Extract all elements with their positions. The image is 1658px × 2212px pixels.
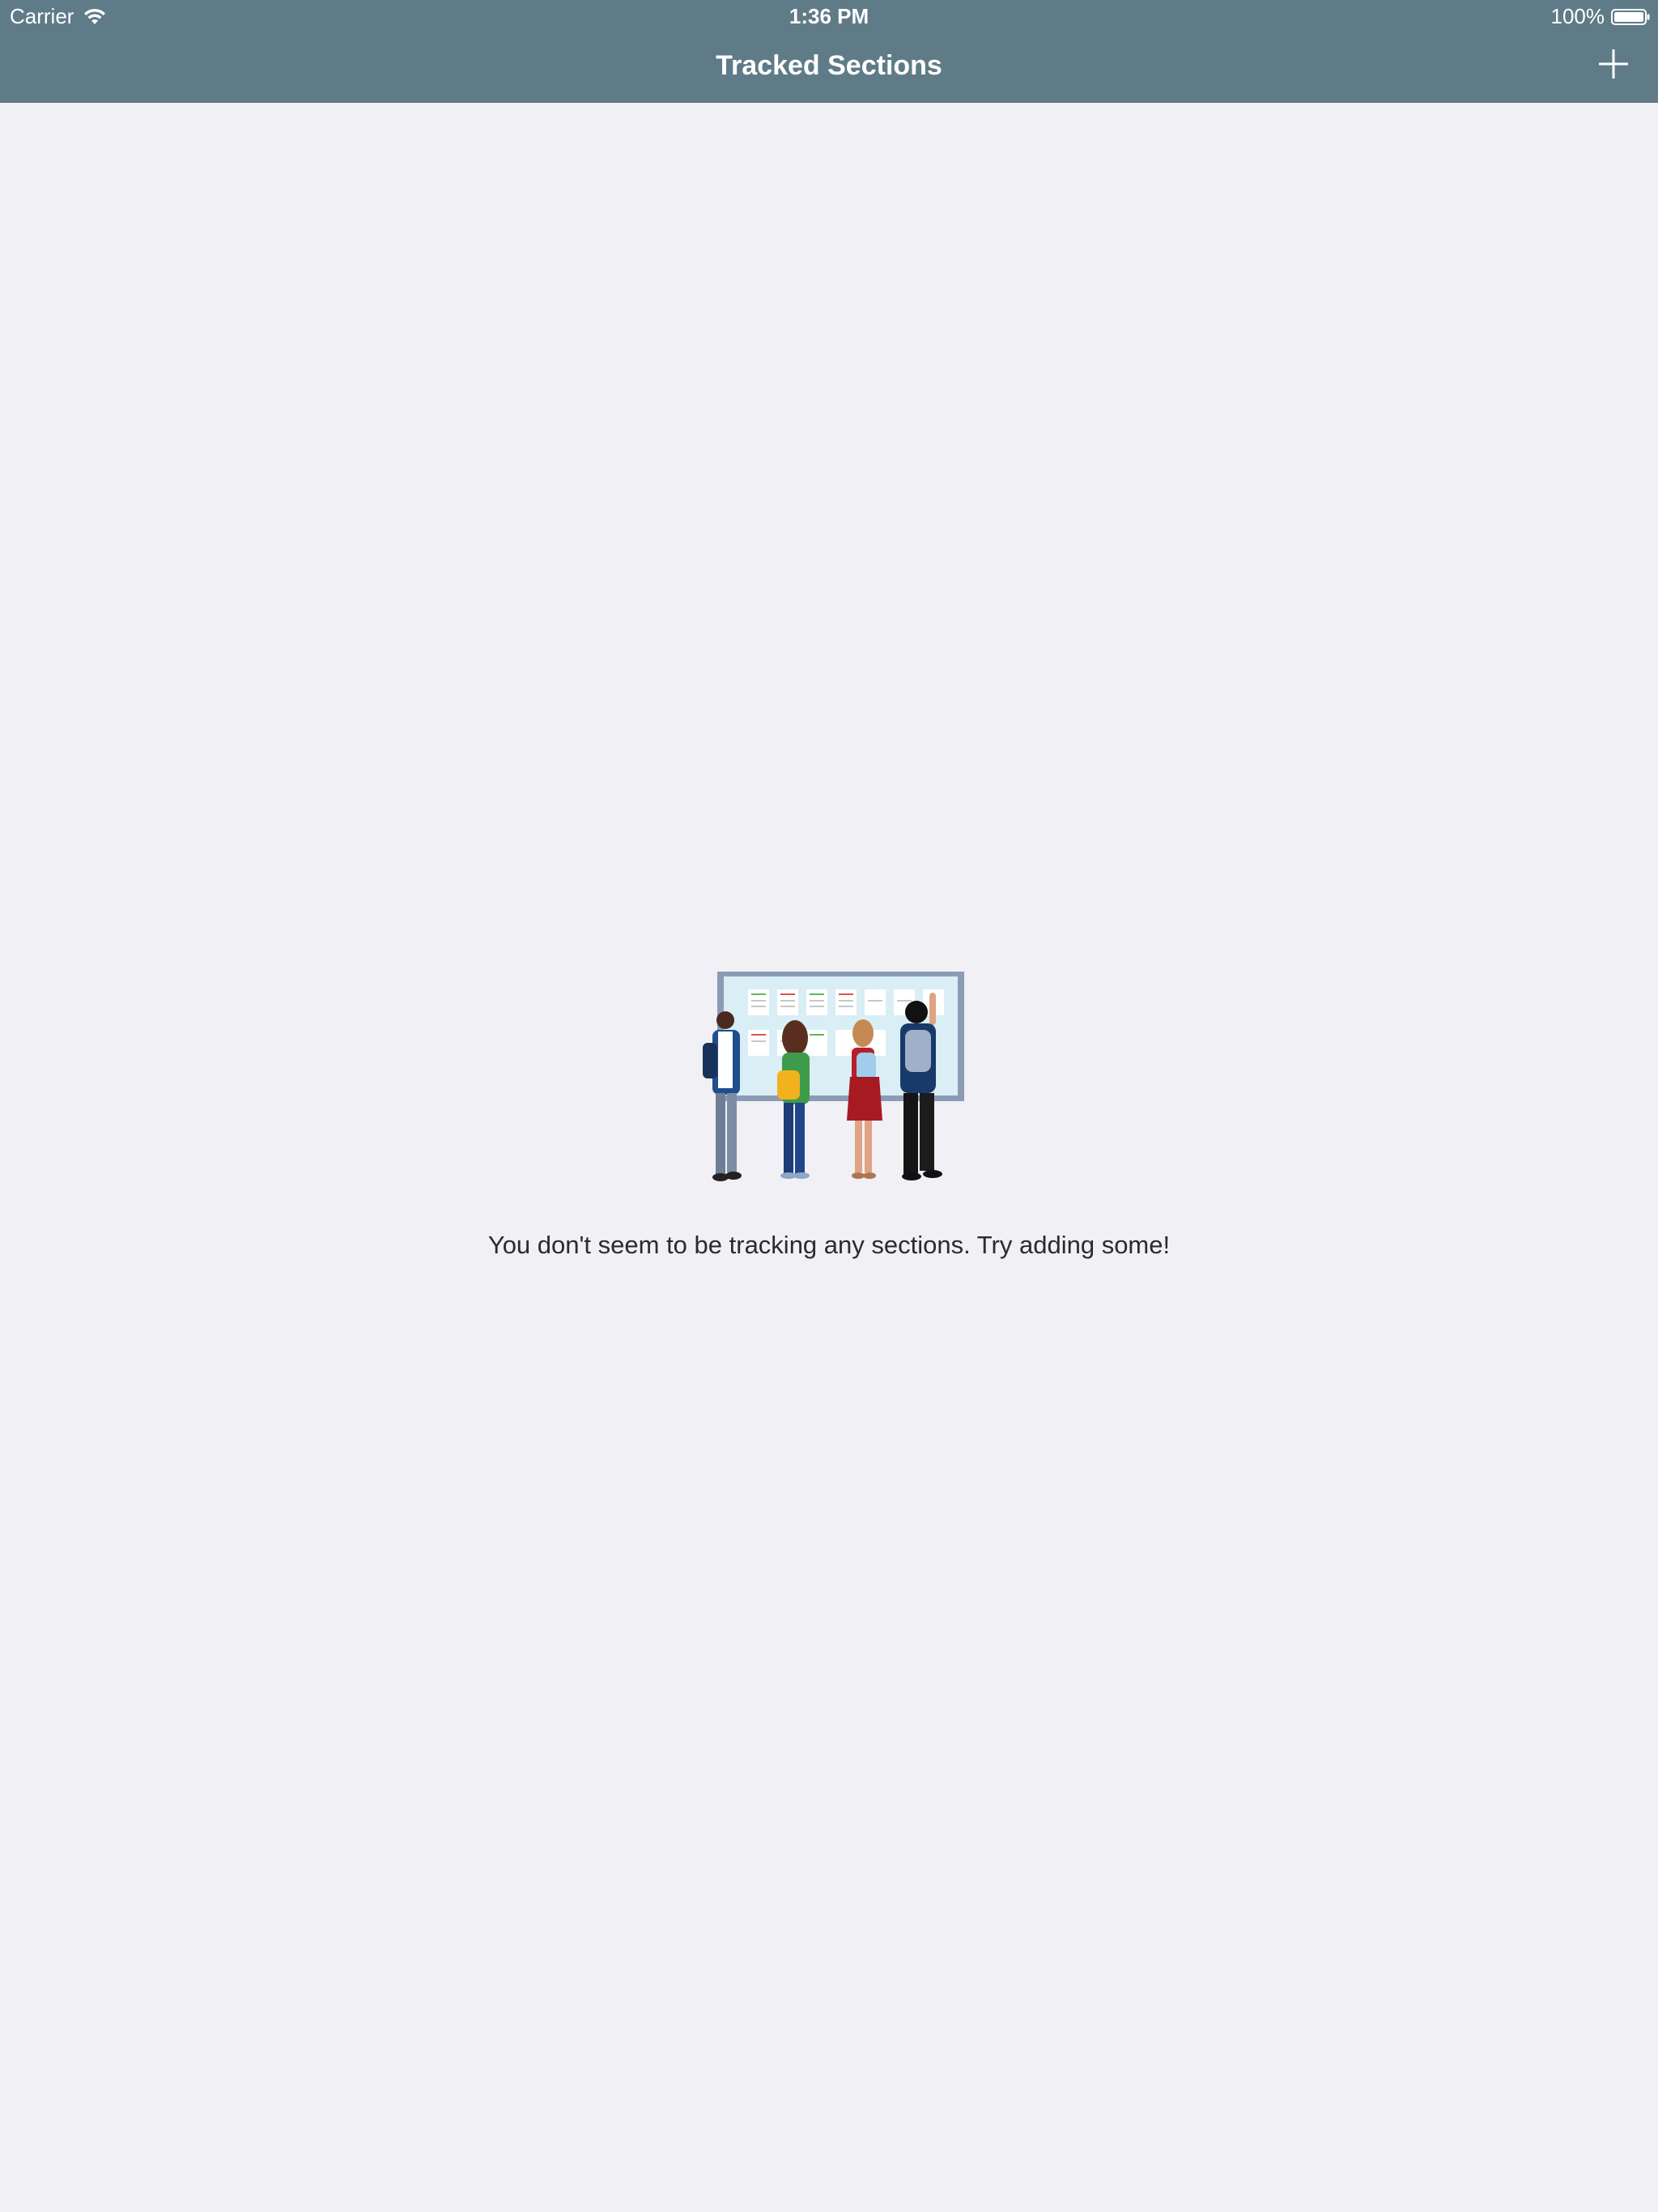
empty-state: You don't seem to be tracking any sectio…: [0, 972, 1658, 1260]
navigation-bar: Tracked Sections: [0, 32, 1658, 103]
status-bar: Carrier 1:36 PM 100%: [0, 0, 1658, 32]
battery-group: 100%: [1551, 4, 1651, 29]
empty-state-message: You don't seem to be tracking any sectio…: [487, 1231, 1171, 1259]
top-bar: Carrier 1:36 PM 100% Tracked Sections: [0, 0, 1658, 103]
add-section-button[interactable]: [1593, 44, 1634, 84]
battery-icon: [1611, 8, 1650, 25]
page-title: Tracked Sections: [716, 50, 942, 81]
plus-icon: [1599, 49, 1628, 79]
students-at-bulletin-board-illustration: [703, 972, 964, 1181]
battery-percent: 100%: [1550, 4, 1605, 28]
status-time: 1:36 PM: [789, 4, 869, 28]
